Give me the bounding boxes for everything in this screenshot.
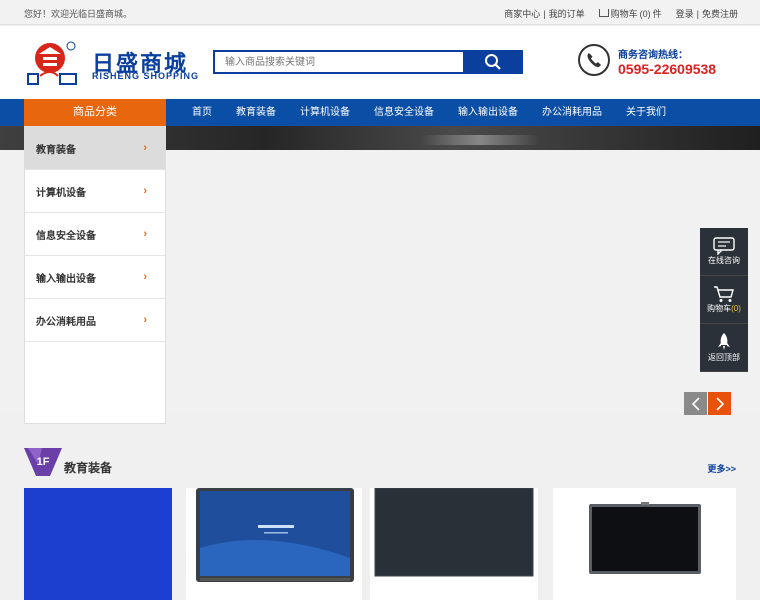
nav-item-office[interactable]: 办公消耗用品 xyxy=(530,99,614,126)
category-item-computer[interactable]: 计算机设备 › xyxy=(25,170,165,213)
cart-icon xyxy=(714,286,734,302)
rocket-icon xyxy=(718,333,730,350)
nav-item-home[interactable]: 首页 xyxy=(180,99,224,126)
floating-cart-text: 购物车(0) xyxy=(707,303,741,314)
category-menu-button[interactable]: 商品分类 xyxy=(24,99,166,126)
floating-toolbar: 在线咨询 购物车(0) 返回顶部 xyxy=(700,228,748,372)
floor-badge-icon: 1F xyxy=(24,448,62,476)
chat-icon xyxy=(713,237,735,255)
product-image xyxy=(589,502,701,574)
category-label: 输入输出设备 xyxy=(36,273,96,285)
mini-cart-count: (0) xyxy=(639,8,651,19)
mini-cart-label: 购物车 xyxy=(610,9,638,19)
floor-title: 教育装备 xyxy=(64,461,113,475)
cart-icon xyxy=(598,8,609,17)
chevron-right-icon: › xyxy=(143,142,147,154)
hotline-label: 商务咨询热线： xyxy=(618,50,688,61)
product-tile[interactable] xyxy=(553,488,736,600)
my-orders-link[interactable]: 我的订单 xyxy=(549,7,585,20)
register-link[interactable]: 免费注册 xyxy=(702,7,738,20)
back-to-top-button[interactable]: 返回顶部 xyxy=(700,324,748,372)
nav-item-about[interactable]: 关于我们 xyxy=(614,99,678,126)
login-link[interactable]: 登录 xyxy=(676,7,694,20)
online-chat-label: 在线咨询 xyxy=(708,256,740,265)
floating-cart-button[interactable]: 购物车(0) xyxy=(700,276,748,324)
site-header: 日盛商城 RISHENG SHOPPING 商务咨询热线： 0595-22609… xyxy=(0,26,760,99)
category-label: 教育装备 xyxy=(36,144,76,156)
category-item-io[interactable]: 输入输出设备 › xyxy=(25,256,165,299)
search-button[interactable] xyxy=(463,50,523,74)
product-tile[interactable] xyxy=(186,488,362,600)
search-input[interactable] xyxy=(215,52,463,72)
logo-subtext: RISHENG SHOPPING xyxy=(92,71,200,81)
floor-header: 1F 教育装备 更多>> xyxy=(24,444,736,484)
product-image xyxy=(196,488,354,582)
chevron-right-icon: › xyxy=(143,185,147,197)
category-item-office[interactable]: 办公消耗用品 › xyxy=(25,299,165,342)
slider-prev-button[interactable] xyxy=(684,392,707,415)
mini-cart-link[interactable]: 购物车 (0) 件 xyxy=(598,7,662,20)
category-label: 办公消耗用品 xyxy=(36,316,96,328)
separator: | xyxy=(696,8,699,19)
search-icon xyxy=(485,54,501,70)
category-sidebar: 教育装备 › 计算机设备 › 信息安全设备 › 输入输出设备 › 办公消耗用品 … xyxy=(24,126,166,424)
welcome-text: 您好！欢迎光临日盛商城。 xyxy=(24,9,133,19)
nav-item-io[interactable]: 输入输出设备 xyxy=(446,99,530,126)
nav-items: 首页 教育装备 计算机设备 信息安全设备 输入输出设备 办公消耗用品 关于我们 xyxy=(180,99,678,126)
logo-icon[interactable] xyxy=(26,40,80,86)
product-tile[interactable] xyxy=(370,487,538,600)
chevron-right-icon xyxy=(715,396,724,411)
phone-icon xyxy=(578,44,610,76)
category-label: 计算机设备 xyxy=(36,187,86,199)
online-chat-button[interactable]: 在线咨询 xyxy=(700,228,748,276)
nav-item-security[interactable]: 信息安全设备 xyxy=(362,99,446,126)
product-tile[interactable] xyxy=(24,488,172,600)
chevron-right-icon: › xyxy=(143,228,147,240)
nav-item-education[interactable]: 教育装备 xyxy=(224,99,288,126)
category-label: 信息安全设备 xyxy=(36,230,96,242)
floating-cart-count: (0) xyxy=(731,304,741,313)
category-item-security[interactable]: 信息安全设备 › xyxy=(25,213,165,256)
search-box xyxy=(213,50,523,74)
chevron-right-icon: › xyxy=(143,314,147,326)
main-nav: 商品分类 首页 教育装备 计算机设备 信息安全设备 输入输出设备 办公消耗用品 … xyxy=(0,99,760,126)
floor-more-link[interactable]: 更多>> xyxy=(707,462,736,475)
nav-item-computer[interactable]: 计算机设备 xyxy=(288,99,362,126)
hotline-number: 0595-22609538 xyxy=(618,61,717,77)
category-item-education[interactable]: 教育装备 › xyxy=(25,127,165,170)
top-links: 商家中心 | 我的订单 购物车 (0) 件 登录 | 免费注册 xyxy=(504,7,738,20)
chevron-left-icon xyxy=(691,396,700,411)
floating-cart-label: 购物车 xyxy=(707,304,732,313)
slider-next-button[interactable] xyxy=(708,392,731,415)
back-to-top-label: 返回顶部 xyxy=(708,353,740,362)
floor-badge-text: 1F xyxy=(37,456,50,468)
product-image xyxy=(374,487,534,577)
mini-cart-unit: 件 xyxy=(652,9,662,19)
chevron-right-icon: › xyxy=(143,271,147,283)
merchant-center-link[interactable]: 商家中心 xyxy=(504,7,540,20)
separator: | xyxy=(543,8,546,19)
top-bar: 您好！欢迎光临日盛商城。 商家中心 | 我的订单 购物车 (0) 件 登录 | … xyxy=(0,0,760,25)
